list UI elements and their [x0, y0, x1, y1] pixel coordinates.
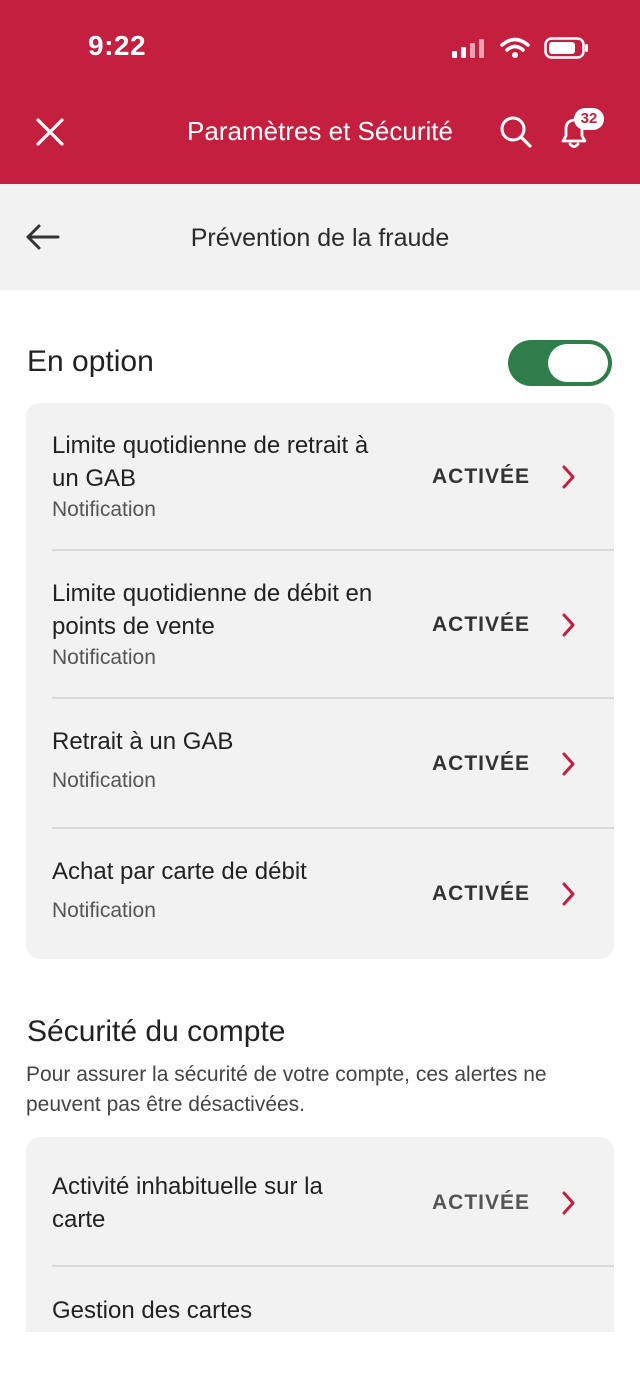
chevron-right-icon: [562, 882, 575, 906]
list-item-title: Limite quotidienne de retrait à un GAB: [52, 432, 369, 492]
list-item-title: Limite quotidienne de débit en points de…: [52, 580, 373, 640]
chevron-right-icon: [562, 465, 575, 489]
list-item-title: Retrait à un GAB: [52, 728, 234, 755]
search-button[interactable]: [496, 112, 536, 152]
list-item-subtitle: Notification: [52, 498, 156, 521]
security-section-heading: Sécurité du compte: [27, 1015, 286, 1048]
list-item[interactable]: Activité inhabituelle sur la carte ACTIV…: [26, 1137, 614, 1266]
notification-badge: 32: [574, 108, 604, 130]
security-alerts-card: Activité inhabituelle sur la carte ACTIV…: [26, 1137, 614, 1332]
list-item[interactable]: Limite quotidienne de débit en points de…: [26, 550, 614, 698]
optional-alerts-toggle[interactable]: [508, 340, 612, 386]
wifi-icon: [500, 37, 530, 58]
subheader: Prévention de la fraude: [0, 184, 640, 290]
list-item-subtitle: Notification: [52, 899, 156, 922]
status-label: ACTIVÉE: [431, 1191, 530, 1214]
status-label: ACTIVÉE: [431, 882, 530, 905]
status-label: ACTIVÉE: [431, 613, 530, 636]
header-row: Paramètres et Sécurité: [0, 100, 640, 164]
status-time: 9:22: [88, 30, 147, 61]
security-section-description: Pour assurer la sécurité de votre compte…: [26, 1063, 547, 1116]
page-title: Prévention de la fraude: [190, 224, 450, 252]
list-item-subtitle: Notification: [52, 769, 156, 792]
chevron-right-icon: [562, 752, 575, 776]
list-item-title: Achat par carte de débit: [52, 858, 307, 885]
list-item-title: Gestion des cartes: [52, 1297, 253, 1324]
chevron-right-icon: [562, 1191, 575, 1215]
chevron-right-icon: [562, 613, 575, 637]
list-item[interactable]: Limite quotidienne de retrait à un GAB N…: [26, 403, 614, 549]
battery-icon: [544, 37, 588, 59]
optional-alerts-card: Limite quotidienne de retrait à un GAB N…: [26, 403, 614, 959]
list-item-subtitle: Notification: [52, 646, 156, 669]
list-item[interactable]: Retrait à un GAB Notification ACTIVÉE: [26, 698, 614, 828]
status-icons: [452, 34, 590, 62]
toggle-knob: [548, 344, 608, 382]
main-content[interactable]: En option Limite quotidienne de retrait …: [0, 290, 640, 1332]
list-item[interactable]: Achat par carte de débit Notification AC…: [26, 828, 614, 959]
list-item-title: Activité inhabituelle sur la carte: [52, 1173, 323, 1233]
cellular-signal-icon: [452, 39, 484, 58]
search-icon: [500, 116, 532, 148]
header-title: Paramètres et Sécurité: [187, 116, 453, 146]
optional-section-heading: En option: [27, 345, 154, 378]
app-header: 9:22 Paramètres et Sécurité 32: [0, 0, 640, 184]
list-item[interactable]: Gestion des cartes: [26, 1266, 614, 1332]
status-label: ACTIVÉE: [431, 752, 530, 775]
status-label: ACTIVÉE: [431, 465, 530, 488]
